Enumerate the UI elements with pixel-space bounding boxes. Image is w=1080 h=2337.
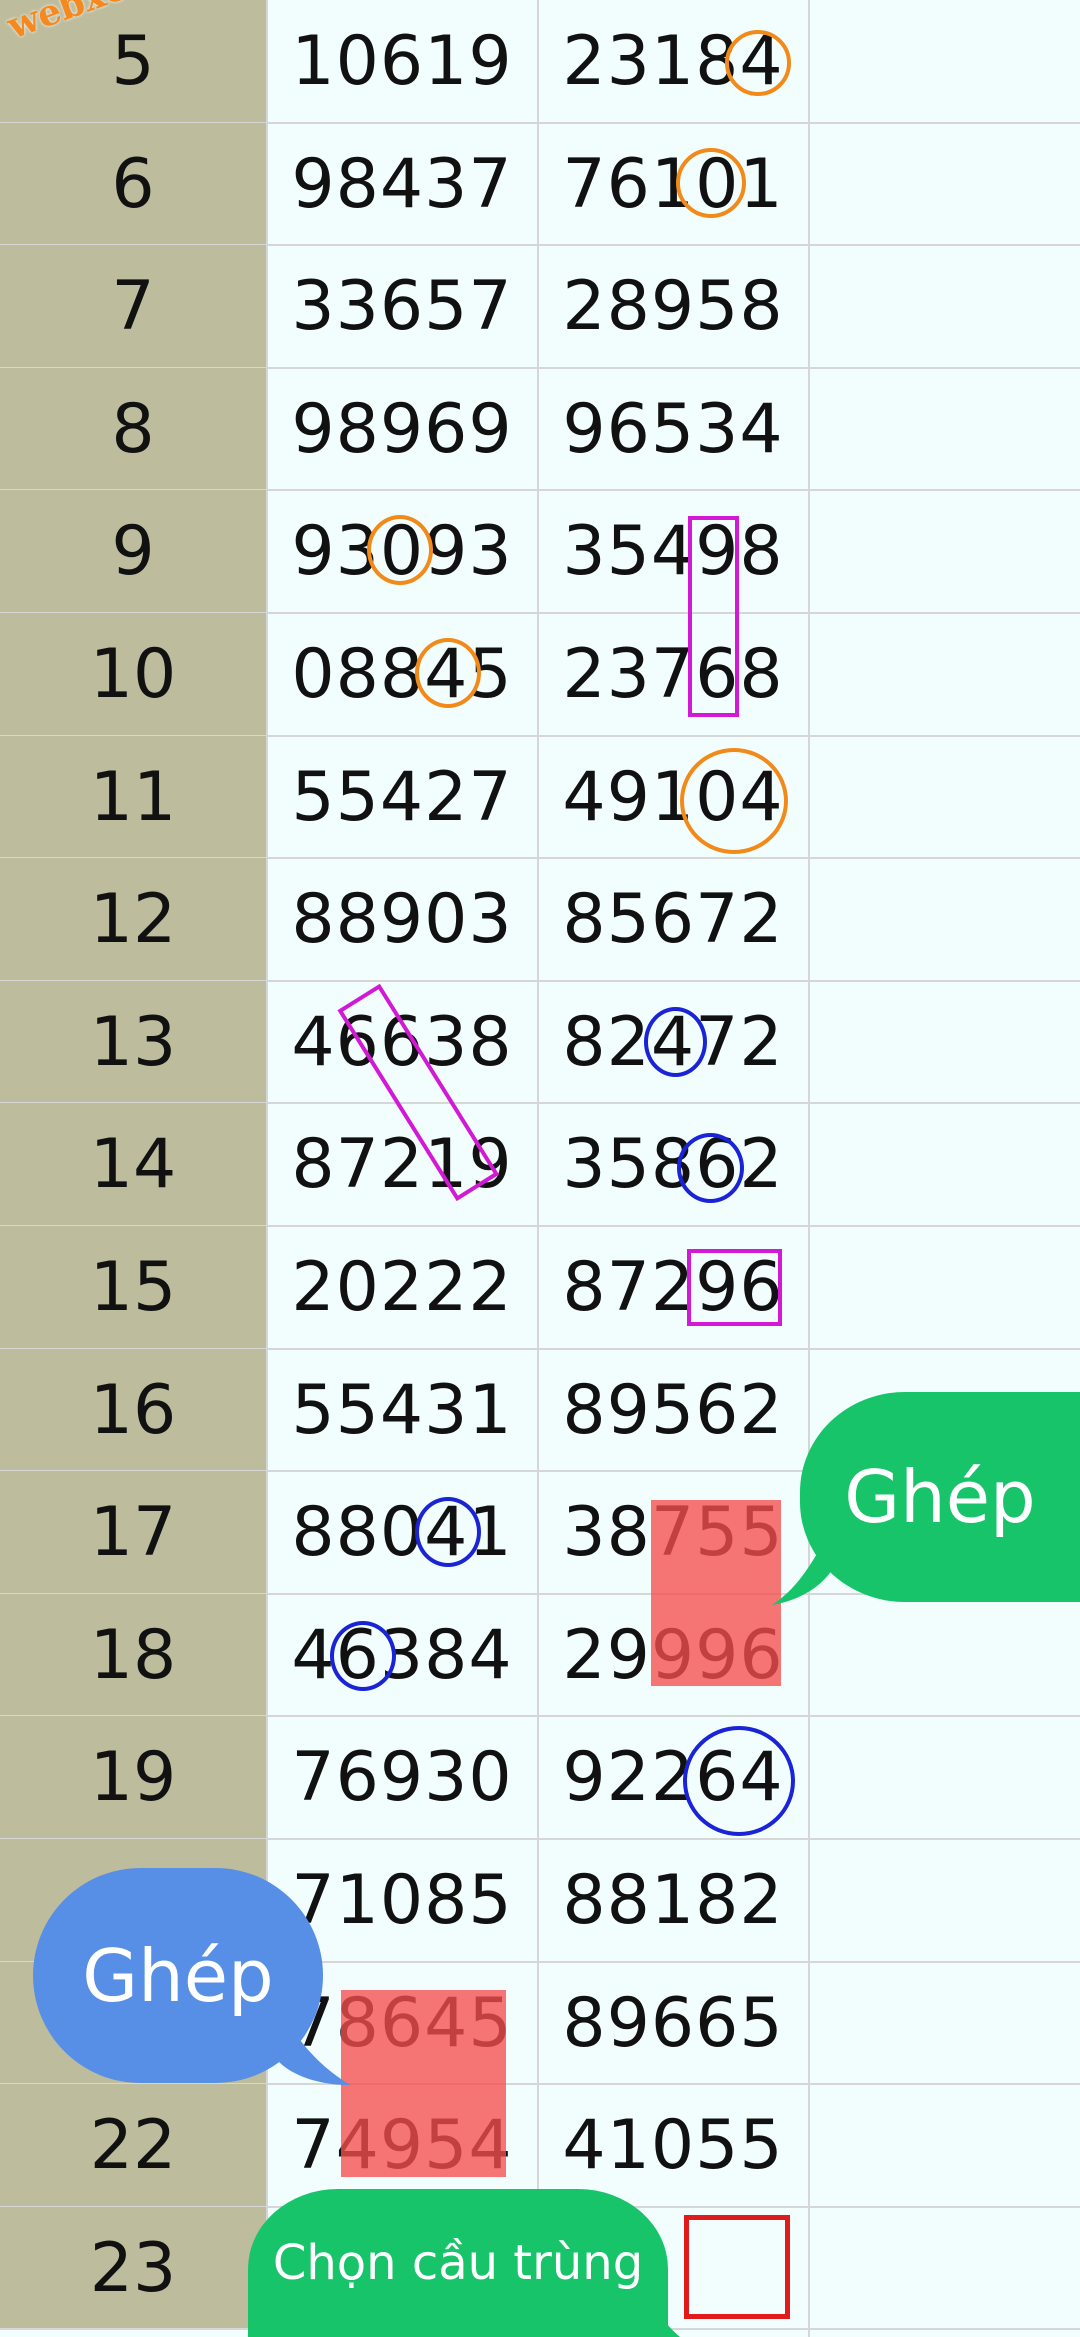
- orange-circle-mark: [680, 748, 788, 854]
- row-index: 23: [0, 2206, 266, 2330]
- table-row: 8 98969 96534: [0, 367, 1080, 491]
- result-cell-a: 76930: [291, 1738, 513, 1818]
- result-cell-a: 20222: [291, 1248, 513, 1327]
- row-index: 16: [0, 1348, 266, 1472]
- empty-cell: [810, 2084, 1080, 2207]
- result-cell-a: 98437: [291, 144, 513, 224]
- empty-cell: [810, 2207, 1080, 2330]
- table-row: 12 88903 85672: [0, 858, 1080, 982]
- table-row: 5 10619 23184: [0, 0, 1080, 123]
- orange-circle-mark: [367, 515, 433, 585]
- row-index: 10: [0, 613, 266, 736]
- empty-cell: [810, 736, 1080, 859]
- result-cell-b: 28958: [562, 267, 784, 347]
- bubble-tail-icon: [640, 2270, 680, 2337]
- row-index: 22: [0, 2084, 266, 2208]
- empty-cell: [810, 0, 1080, 123]
- empty-red-square: [684, 2215, 790, 2319]
- column-divider: [537, 0, 539, 2337]
- empty-cell: [810, 613, 1080, 736]
- orange-circle-mark: [676, 148, 746, 218]
- table-row: 14 87219 35862: [0, 1103, 1080, 1227]
- table-row: 15 20222 87296: [0, 1226, 1080, 1349]
- result-cell-b: 23768: [562, 635, 784, 714]
- result-cell-a: 87219: [291, 1125, 513, 1205]
- row-index: 14: [0, 1103, 266, 1227]
- purple-box-mark: [688, 516, 739, 717]
- empty-cell: [810, 1103, 1080, 1226]
- result-cell-b: 88182: [562, 1861, 784, 1940]
- row-index: 12: [0, 858, 266, 982]
- empty-cell: [810, 1839, 1080, 1962]
- red-highlight-mark: [651, 1500, 781, 1686]
- bubble-tail-icon: [772, 1530, 832, 1605]
- pick-bridge-bubble: Chọn cầu trùng: [248, 2189, 668, 2337]
- row-index: 11: [0, 735, 266, 859]
- column-divider: [808, 0, 810, 2337]
- row-index: 15: [0, 1226, 266, 1349]
- purple-box-mark: [687, 1249, 782, 1326]
- empty-cell: [810, 1962, 1080, 2085]
- result-cell-a: 33657: [291, 267, 513, 347]
- red-highlight-mark: [341, 1990, 506, 2177]
- empty-cell: [810, 123, 1080, 246]
- blue-circle-mark: [415, 1497, 481, 1567]
- blue-circle-mark: [644, 1007, 707, 1077]
- result-cell-b: 89665: [562, 1983, 784, 2063]
- row-index: 6: [0, 122, 266, 246]
- result-cell-a: 88041: [291, 1493, 513, 1573]
- row-index: 9: [0, 490, 266, 614]
- blue-circle-mark: [677, 1133, 744, 1203]
- merge-bubble-label: Ghép: [82, 1933, 274, 2018]
- table-row: 10 08845 23768: [0, 613, 1080, 736]
- result-cell-b: 89562: [562, 1370, 784, 1450]
- merge-bubble-green: Ghép: [800, 1392, 1080, 1602]
- table-row: 184638429996: [0, 1593, 1080, 1717]
- result-cell-b: 85672: [562, 880, 784, 960]
- row-index: 13: [0, 980, 266, 1104]
- orange-circle-mark: [415, 638, 481, 708]
- result-cell-b: 35498: [562, 512, 784, 592]
- row-index: 17: [0, 1471, 266, 1595]
- bubble-tail-icon: [270, 1990, 350, 2085]
- empty-cell: [810, 981, 1080, 1104]
- row-index: 7: [0, 245, 266, 369]
- empty-cell: [810, 1594, 1080, 1717]
- result-cell-b: 35862: [562, 1125, 784, 1205]
- pick-bridge-label: Chọn cầu trùng: [272, 2235, 644, 2291]
- blue-circle-mark: [683, 1726, 795, 1836]
- result-cell-a: 46384: [291, 1615, 513, 1695]
- table-row: 6 98437 76101: [0, 122, 1080, 246]
- result-cell-a: 55431: [291, 1370, 513, 1450]
- orange-circle-mark: [725, 30, 791, 96]
- table-row: 7 33657 28958: [0, 245, 1080, 369]
- empty-cell: [810, 1226, 1080, 1349]
- result-cell-a: 08845: [291, 635, 513, 714]
- row-index: 8: [0, 367, 266, 491]
- result-cell-a: 55427: [291, 757, 513, 837]
- result-cell-a: 10619: [291, 22, 513, 101]
- table-row: 9 93093 35498: [0, 490, 1080, 614]
- empty-cell: [810, 858, 1080, 981]
- row-index: 19: [0, 1716, 266, 1840]
- empty-cell: [810, 490, 1080, 613]
- empty-cell: [810, 1716, 1080, 1839]
- result-cell-a: 88903: [291, 880, 513, 960]
- table-row: 13 46638 82472: [0, 980, 1080, 1104]
- table-row: 19 76930 92264: [0, 1716, 1080, 1840]
- table-row: 11 55427 49104: [0, 735, 1080, 859]
- result-cell-a: 98969: [291, 389, 513, 469]
- empty-cell: [810, 368, 1080, 491]
- result-cell-b: 96534: [562, 389, 784, 469]
- row-index: 18: [0, 1593, 266, 1717]
- empty-cell: [810, 245, 1080, 368]
- merge-bubble-label: Ghép: [844, 1455, 1036, 1539]
- blue-circle-mark: [330, 1621, 396, 1691]
- result-cell-b: 76101: [562, 144, 784, 224]
